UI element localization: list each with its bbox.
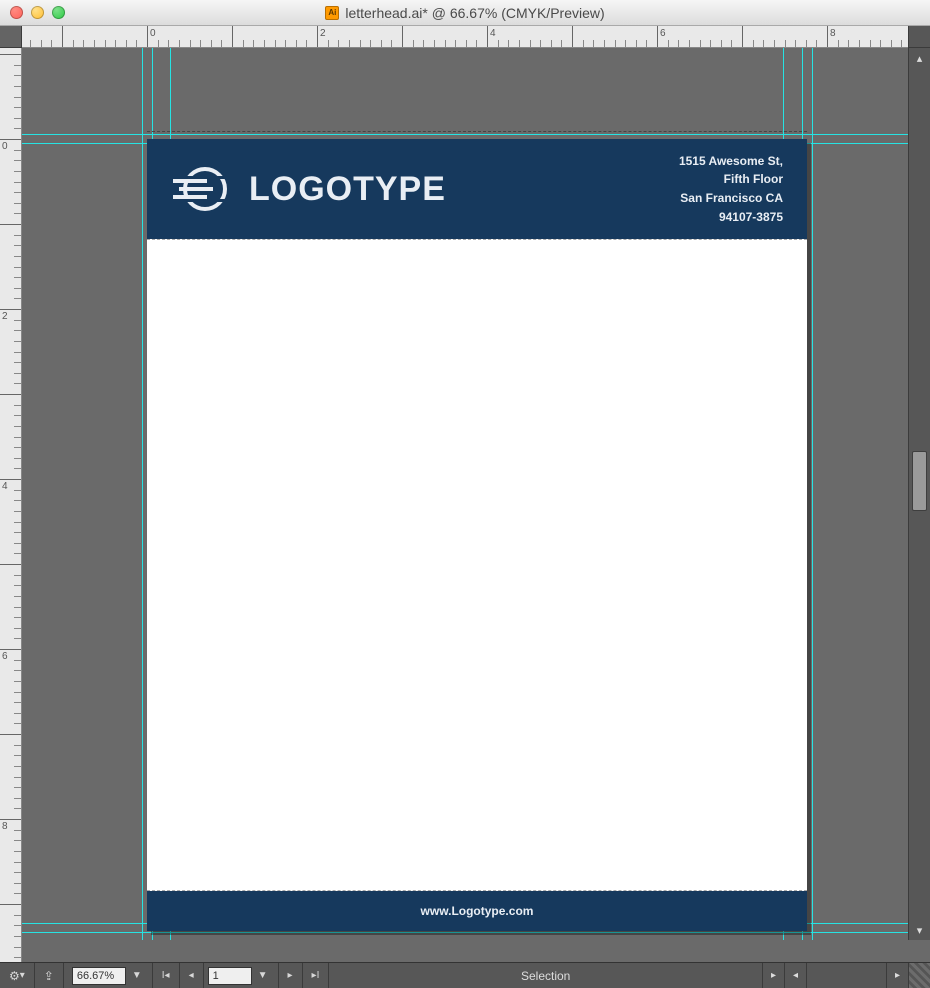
- traffic-lights: [0, 6, 65, 19]
- window-titlebar: Ai letterhead.ai* @ 66.67% (CMYK/Preview…: [0, 0, 930, 26]
- logo-wordmark: LOGOTYPE: [249, 170, 446, 209]
- ruler-label: 4: [490, 28, 496, 39]
- zoom-window-button[interactable]: [52, 6, 65, 19]
- illustrator-file-icon: Ai: [325, 6, 339, 20]
- logo-mark-icon: [171, 165, 233, 213]
- guide-vertical[interactable]: [142, 48, 143, 940]
- ruler-label: 4: [2, 481, 8, 492]
- guide-horizontal[interactable]: [22, 134, 908, 135]
- ruler-label: 2: [2, 311, 8, 322]
- next-icon: ▸: [288, 970, 293, 981]
- scroll-up-arrow-icon[interactable]: ▴: [909, 48, 930, 68]
- first-icon: I◂: [162, 970, 170, 981]
- artboard-nav-next[interactable]: ▸: [279, 963, 303, 988]
- artboard-number-field[interactable]: 1 ▼: [204, 963, 279, 988]
- prev-icon: ◂: [189, 970, 194, 981]
- horizontal-ruler[interactable]: 0246810: [22, 26, 908, 48]
- share-button[interactable]: ⇪: [35, 963, 64, 988]
- ruler-origin-corner[interactable]: [0, 26, 22, 48]
- chevron-down-icon[interactable]: ▼: [126, 970, 148, 981]
- current-tool-readout[interactable]: Selection: [329, 969, 762, 983]
- scroll-corner-top: [908, 26, 930, 48]
- address-line: Fifth Floor: [679, 170, 783, 189]
- logo-lockup: LOGOTYPE: [171, 165, 446, 213]
- scroll-left-icon: ◂: [793, 970, 798, 981]
- ruler-label: 6: [2, 651, 8, 662]
- artboard-number-value[interactable]: 1: [208, 967, 252, 985]
- fold-line: [147, 239, 807, 240]
- scroll-thumb[interactable]: [912, 451, 927, 511]
- share-icon: ⇪: [44, 969, 54, 983]
- ruler-label: 2: [320, 28, 326, 39]
- canvas[interactable]: LOGOTYPE 1515 Awesome St, Fifth Floor Sa…: [22, 48, 908, 940]
- hscroll-track[interactable]: [806, 963, 886, 988]
- vertical-ruler[interactable]: 0246810: [0, 48, 22, 962]
- scroll-down-arrow-icon[interactable]: ▾: [909, 920, 930, 940]
- zoom-level-field[interactable]: 66.67% ▼: [64, 963, 153, 988]
- gear-icon: ⚙: [9, 969, 20, 983]
- scroll-track[interactable]: [909, 68, 930, 920]
- canvas-footer-strip: [22, 940, 908, 962]
- artboard-nav-first[interactable]: I◂: [153, 963, 180, 988]
- document-workarea: 0246810 0246810 ▴ ▾: [0, 26, 930, 962]
- letterhead-header: LOGOTYPE 1515 Awesome St, Fifth Floor Sa…: [147, 139, 807, 239]
- hscroll-left[interactable]: ◂: [784, 963, 806, 988]
- minimize-window-button[interactable]: [31, 6, 44, 19]
- guide-horizontal[interactable]: [22, 932, 908, 933]
- resize-grip-icon[interactable]: [908, 963, 930, 988]
- ruler-label: 8: [830, 28, 836, 39]
- artboard[interactable]: LOGOTYPE 1515 Awesome St, Fifth Floor Sa…: [147, 139, 807, 931]
- address-line: San Francisco CA: [679, 189, 783, 208]
- artboard-nav-last[interactable]: ▸I: [303, 963, 330, 988]
- letterhead-address: 1515 Awesome St, Fifth Floor San Francis…: [679, 152, 783, 226]
- chevron-right-icon: ▸: [771, 970, 776, 981]
- guide-vertical[interactable]: [812, 48, 813, 940]
- address-line: 94107-3875: [679, 208, 783, 227]
- ruler-label: 6: [660, 28, 666, 39]
- zoom-level-value[interactable]: 66.67%: [72, 967, 126, 985]
- bleed-line: [147, 131, 807, 132]
- ruler-label: 0: [2, 141, 8, 152]
- chevron-down-icon: ▾: [20, 970, 25, 981]
- window-title: letterhead.ai* @ 66.67% (CMYK/Preview): [345, 5, 604, 21]
- address-line: 1515 Awesome St,: [679, 152, 783, 171]
- view-options-button[interactable]: ⚙▾: [0, 963, 35, 988]
- last-icon: ▸I: [312, 970, 320, 981]
- scroll-right-icon: ▸: [895, 970, 900, 981]
- artboard-nav-prev[interactable]: ◂: [180, 963, 204, 988]
- letterhead-footer: www.Logotype.com: [147, 891, 807, 931]
- close-window-button[interactable]: [10, 6, 23, 19]
- ruler-label: 8: [2, 821, 8, 832]
- footer-url: www.Logotype.com: [421, 904, 534, 918]
- current-tool-label: Selection: [521, 969, 570, 983]
- hscroll-right[interactable]: ▸: [886, 963, 908, 988]
- vertical-scrollbar[interactable]: ▴ ▾: [908, 48, 930, 940]
- status-popup-arrow[interactable]: ▸: [762, 963, 784, 988]
- ruler-label: 0: [150, 28, 156, 39]
- chevron-down-icon[interactable]: ▼: [252, 970, 274, 981]
- status-bar: ⚙▾ ⇪ 66.67% ▼ I◂ ◂ 1 ▼ ▸ ▸I Selection ▸ …: [0, 962, 930, 988]
